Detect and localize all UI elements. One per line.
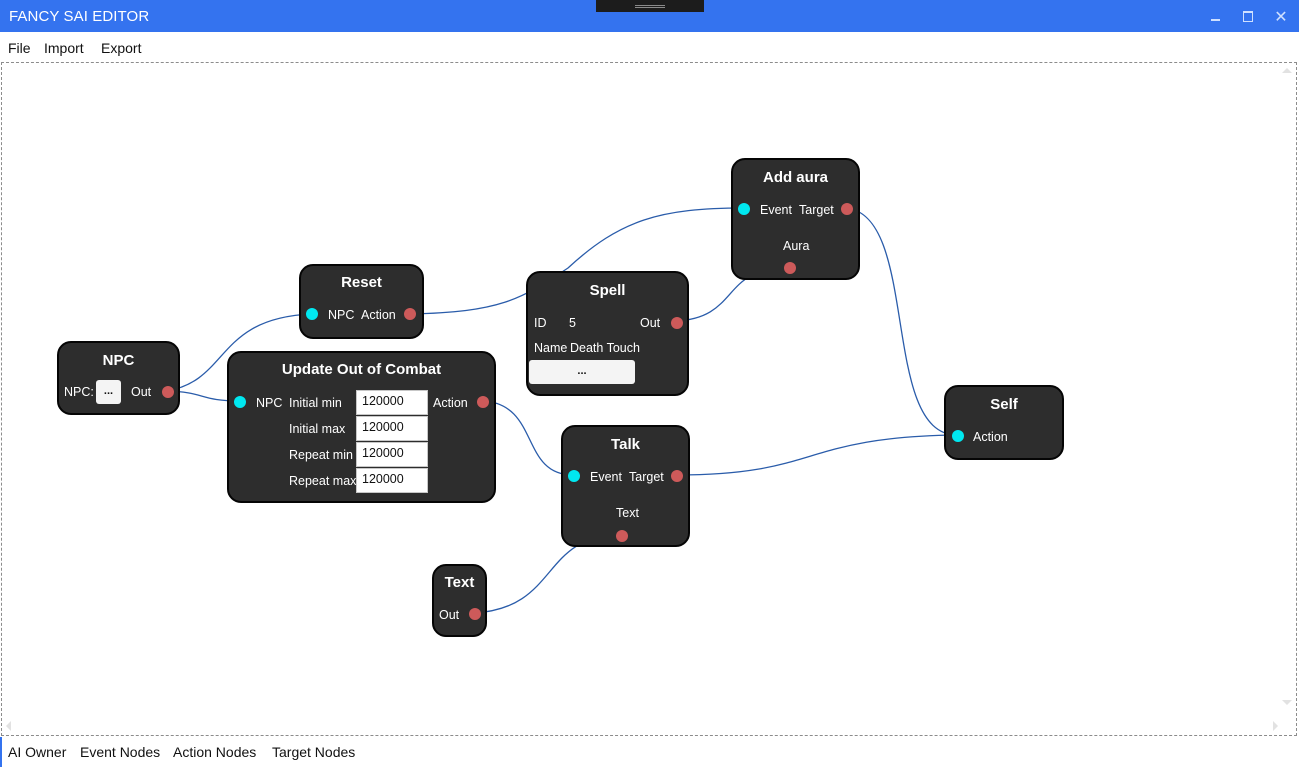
output-port-out[interactable] xyxy=(162,386,174,398)
drag-handle[interactable] xyxy=(596,0,704,12)
node-title: NPC xyxy=(102,352,135,369)
field-label-initial-max: Initial max xyxy=(289,422,346,436)
node-self[interactable]: Self Action xyxy=(944,385,1064,460)
port-label-npc: NPC xyxy=(328,308,355,322)
port-label-out: Out xyxy=(131,385,152,399)
node-reset[interactable]: Reset NPC Action xyxy=(299,264,424,339)
output-port-action[interactable] xyxy=(477,396,489,408)
param-port-text[interactable] xyxy=(616,530,628,542)
maximize-icon xyxy=(1243,10,1253,22)
spell-name-value: Death Touch xyxy=(570,341,640,355)
node-spell[interactable]: Spell ID 5 Out Name Death Touch ... xyxy=(526,271,689,396)
spell-select-button[interactable]: ... xyxy=(529,360,635,384)
node-title: Spell xyxy=(589,282,626,299)
field-label-repeat-max: Repeat max xyxy=(289,474,357,488)
input-port-event[interactable] xyxy=(568,470,580,482)
node-canvas[interactable] xyxy=(1,62,1297,736)
param-label-text: Text xyxy=(616,506,639,520)
spell-name-label: Name xyxy=(534,341,568,355)
minimize-button[interactable] xyxy=(1198,0,1232,32)
title-bar: FANCY SAI EDITOR ✕ xyxy=(0,0,1299,32)
initial-max-input[interactable]: 120000 xyxy=(356,416,428,441)
repeat-max-input[interactable]: 120000 xyxy=(356,468,428,493)
menu-bar: File Import Export xyxy=(0,32,1299,62)
window-title: FANCY SAI EDITOR xyxy=(9,8,150,25)
input-port-npc[interactable] xyxy=(306,308,318,320)
tab-event-nodes[interactable]: Event Nodes xyxy=(80,744,160,760)
input-port-action[interactable] xyxy=(952,430,964,442)
npc-select-button[interactable]: ... xyxy=(96,380,121,404)
node-talk[interactable]: Talk Event Target Text xyxy=(561,425,690,547)
node-title: Update Out of Combat xyxy=(281,361,442,378)
output-port-action[interactable] xyxy=(404,308,416,320)
scroll-down-arrow[interactable] xyxy=(1282,700,1292,705)
node-title: Talk xyxy=(611,436,640,453)
node-text[interactable]: Text Out xyxy=(432,564,487,637)
node-add-aura[interactable]: Add aura Event Target Aura xyxy=(731,158,860,280)
spell-id-label: ID xyxy=(534,316,547,330)
tab-target-nodes[interactable]: Target Nodes xyxy=(272,744,355,760)
menu-export[interactable]: Export xyxy=(101,40,141,56)
menu-file[interactable]: File xyxy=(8,40,31,56)
field-label-initial-min: Initial min xyxy=(289,396,342,410)
port-label-event: Event xyxy=(760,203,792,217)
node-title: Text xyxy=(444,574,475,591)
output-port-target[interactable] xyxy=(671,470,683,482)
tab-action-nodes[interactable]: Action Nodes xyxy=(173,744,256,760)
tab-ai-owner[interactable]: AI Owner xyxy=(8,744,66,760)
node-title: Add aura xyxy=(762,169,828,186)
port-label-action: Action xyxy=(433,396,468,410)
port-label-target: Target xyxy=(629,470,664,484)
node-npc[interactable]: NPC NPC: ... Out xyxy=(57,341,180,415)
input-port-npc[interactable] xyxy=(234,396,246,408)
port-label-out: Out xyxy=(640,316,661,330)
close-icon: ✕ xyxy=(1274,6,1288,26)
node-title: Self xyxy=(990,396,1018,413)
param-label-aura: Aura xyxy=(783,239,810,253)
port-label-action: Action xyxy=(973,430,1008,444)
port-label-target: Target xyxy=(799,203,834,217)
maximize-button[interactable] xyxy=(1231,0,1265,32)
output-port-out[interactable] xyxy=(671,317,683,329)
field-label-repeat-min: Repeat min xyxy=(289,448,353,462)
npc-field-label: NPC: xyxy=(64,385,94,399)
scroll-left-arrow[interactable] xyxy=(6,721,11,731)
node-update-out-of-combat[interactable]: Update Out of Combat NPC Initial min 120… xyxy=(227,351,496,503)
input-port-event[interactable] xyxy=(738,203,750,215)
port-label-npc: NPC xyxy=(256,396,283,410)
menu-import[interactable]: Import xyxy=(44,40,84,56)
bottom-tab-bar: AI Owner Event Nodes Action Nodes Target… xyxy=(0,737,1299,767)
repeat-min-input[interactable]: 120000 xyxy=(356,442,428,467)
minimize-icon xyxy=(1210,19,1220,21)
port-label-out: Out xyxy=(439,608,460,622)
port-label-event: Event xyxy=(590,470,622,484)
close-button[interactable]: ✕ xyxy=(1264,0,1298,32)
spell-id-value: 5 xyxy=(569,316,576,330)
initial-min-input[interactable]: 120000 xyxy=(356,390,428,415)
param-port-aura[interactable] xyxy=(784,262,796,274)
node-title: Reset xyxy=(341,274,382,291)
port-label-action: Action xyxy=(361,308,396,322)
scroll-right-arrow[interactable] xyxy=(1273,721,1278,731)
scroll-up-arrow[interactable] xyxy=(1282,68,1292,73)
output-port-out[interactable] xyxy=(469,608,481,620)
output-port-target[interactable] xyxy=(841,203,853,215)
